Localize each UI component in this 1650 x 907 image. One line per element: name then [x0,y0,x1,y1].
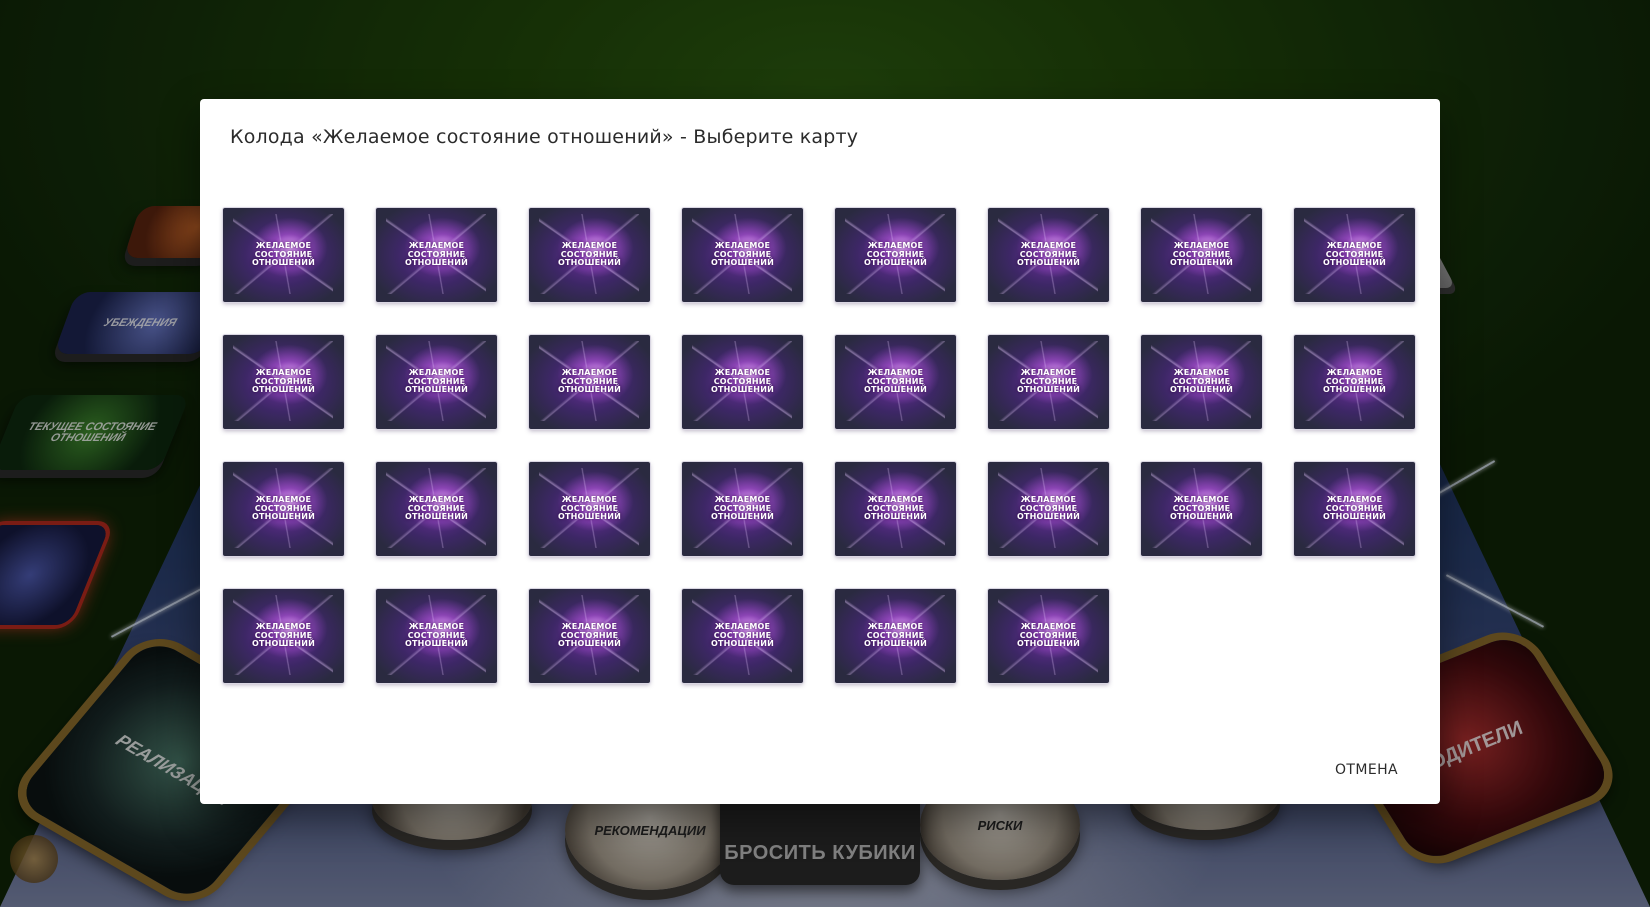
card-label: ЖЕЛАЕМОЕ СОСТОЯНИЕ ОТНОШЕНИЙ [405,622,468,649]
deck-card-option[interactable]: ЖЕЛАЕМОЕ СОСТОЯНИЕ ОТНОШЕНИЙ [1141,335,1262,429]
card-label: ЖЕЛАЕМОЕ СОСТОЯНИЕ ОТНОШЕНИЙ [252,241,315,268]
card-label: ЖЕЛАЕМОЕ СОСТОЯНИЕ ОТНОШЕНИЙ [1170,368,1233,395]
deck-card-option[interactable]: ЖЕЛАЕМОЕ СОСТОЯНИЕ ОТНОШЕНИЙ [376,335,497,429]
card-label: ЖЕЛАЕМОЕ СОСТОЯНИЕ ОТНОШЕНИЙ [252,368,315,395]
card-label: ЖЕЛАЕМОЕ СОСТОЯНИЕ ОТНОШЕНИЙ [252,495,315,522]
card-label: ЖЕЛАЕМОЕ СОСТОЯНИЕ ОТНОШЕНИЙ [1170,495,1233,522]
deck-card-option[interactable]: ЖЕЛАЕМОЕ СОСТОЯНИЕ ОТНОШЕНИЙ [988,335,1109,429]
card-label: ЖЕЛАЕМОЕ СОСТОЯНИЕ ОТНОШЕНИЙ [558,495,621,522]
card-label: ЖЕЛАЕМОЕ СОСТОЯНИЕ ОТНОШЕНИЙ [1017,622,1080,649]
card-label: ЖЕЛАЕМОЕ СОСТОЯНИЕ ОТНОШЕНИЙ [1323,495,1386,522]
deck-card-option[interactable]: ЖЕЛАЕМОЕ СОСТОЯНИЕ ОТНОШЕНИЙ [1141,208,1262,302]
deck-card-option[interactable]: ЖЕЛАЕМОЕ СОСТОЯНИЕ ОТНОШЕНИЙ [529,462,650,556]
deck-card-option[interactable]: ЖЕЛАЕМОЕ СОСТОЯНИЕ ОТНОШЕНИЙ [988,208,1109,302]
card-label: ЖЕЛАЕМОЕ СОСТОЯНИЕ ОТНОШЕНИЙ [864,622,927,649]
deck-card-option[interactable]: ЖЕЛАЕМОЕ СОСТОЯНИЕ ОТНОШЕНИЙ [529,335,650,429]
card-label: ЖЕЛАЕМОЕ СОСТОЯНИЕ ОТНОШЕНИЙ [1170,241,1233,268]
deck-card-option[interactable]: ЖЕЛАЕМОЕ СОСТОЯНИЕ ОТНОШЕНИЙ [529,208,650,302]
deck-card-option[interactable]: ЖЕЛАЕМОЕ СОСТОЯНИЕ ОТНОШЕНИЙ [223,208,344,302]
deck-card-option[interactable]: ЖЕЛАЕМОЕ СОСТОЯНИЕ ОТНОШЕНИЙ [1294,335,1415,429]
deck-card-option[interactable]: ЖЕЛАЕМОЕ СОСТОЯНИЕ ОТНОШЕНИЙ [682,335,803,429]
card-select-dialog: Колода «Желаемое состояние отношений» - … [200,99,1440,804]
deck-card-option[interactable]: ЖЕЛАЕМОЕ СОСТОЯНИЕ ОТНОШЕНИЙ [376,208,497,302]
card-label: ЖЕЛАЕМОЕ СОСТОЯНИЕ ОТНОШЕНИЙ [1017,495,1080,522]
card-label: ЖЕЛАЕМОЕ СОСТОЯНИЕ ОТНОШЕНИЙ [1323,241,1386,268]
card-label: ЖЕЛАЕМОЕ СОСТОЯНИЕ ОТНОШЕНИЙ [864,495,927,522]
card-label: ЖЕЛАЕМОЕ СОСТОЯНИЕ ОТНОШЕНИЙ [711,368,774,395]
card-label: ЖЕЛАЕМОЕ СОСТОЯНИЕ ОТНОШЕНИЙ [252,622,315,649]
card-label: ЖЕЛАЕМОЕ СОСТОЯНИЕ ОТНОШЕНИЙ [711,241,774,268]
deck-card-option[interactable]: ЖЕЛАЕМОЕ СОСТОЯНИЕ ОТНОШЕНИЙ [376,589,497,683]
dialog-title: Колода «Желаемое состояние отношений» - … [230,126,859,148]
deck-card-option[interactable]: ЖЕЛАЕМОЕ СОСТОЯНИЕ ОТНОШЕНИЙ [835,462,956,556]
card-label: ЖЕЛАЕМОЕ СОСТОЯНИЕ ОТНОШЕНИЙ [405,495,468,522]
card-label: ЖЕЛАЕМОЕ СОСТОЯНИЕ ОТНОШЕНИЙ [558,622,621,649]
card-label: ЖЕЛАЕМОЕ СОСТОЯНИЕ ОТНОШЕНИЙ [864,368,927,395]
deck-card-option[interactable]: ЖЕЛАЕМОЕ СОСТОЯНИЕ ОТНОШЕНИЙ [1294,208,1415,302]
deck-card-option[interactable]: ЖЕЛАЕМОЕ СОСТОЯНИЕ ОТНОШЕНИЙ [682,589,803,683]
cancel-button[interactable]: ОТМЕНА [1333,756,1400,784]
card-label: ЖЕЛАЕМОЕ СОСТОЯНИЕ ОТНОШЕНИЙ [1017,368,1080,395]
deck-card-option[interactable]: ЖЕЛАЕМОЕ СОСТОЯНИЕ ОТНОШЕНИЙ [682,462,803,556]
deck-card-option[interactable]: ЖЕЛАЕМОЕ СОСТОЯНИЕ ОТНОШЕНИЙ [529,589,650,683]
deck-card-option[interactable]: ЖЕЛАЕМОЕ СОСТОЯНИЕ ОТНОШЕНИЙ [223,589,344,683]
deck-card-option[interactable]: ЖЕЛАЕМОЕ СОСТОЯНИЕ ОТНОШЕНИЙ [835,589,956,683]
card-label: ЖЕЛАЕМОЕ СОСТОЯНИЕ ОТНОШЕНИЙ [558,368,621,395]
deck-card-option[interactable]: ЖЕЛАЕМОЕ СОСТОЯНИЕ ОТНОШЕНИЙ [835,335,956,429]
card-label: ЖЕЛАЕМОЕ СОСТОЯНИЕ ОТНОШЕНИЙ [1323,368,1386,395]
deck-card-option[interactable]: ЖЕЛАЕМОЕ СОСТОЯНИЕ ОТНОШЕНИЙ [682,208,803,302]
card-label: ЖЕЛАЕМОЕ СОСТОЯНИЕ ОТНОШЕНИЙ [405,241,468,268]
card-label: ЖЕЛАЕМОЕ СОСТОЯНИЕ ОТНОШЕНИЙ [558,241,621,268]
card-label: ЖЕЛАЕМОЕ СОСТОЯНИЕ ОТНОШЕНИЙ [405,368,468,395]
deck-card-option[interactable]: ЖЕЛАЕМОЕ СОСТОЯНИЕ ОТНОШЕНИЙ [988,462,1109,556]
deck-card-option[interactable]: ЖЕЛАЕМОЕ СОСТОЯНИЕ ОТНОШЕНИЙ [1294,462,1415,556]
deck-card-option[interactable]: ЖЕЛАЕМОЕ СОСТОЯНИЕ ОТНОШЕНИЙ [1141,462,1262,556]
card-label: ЖЕЛАЕМОЕ СОСТОЯНИЕ ОТНОШЕНИЙ [864,241,927,268]
card-label: ЖЕЛАЕМОЕ СОСТОЯНИЕ ОТНОШЕНИЙ [711,622,774,649]
deck-card-option[interactable]: ЖЕЛАЕМОЕ СОСТОЯНИЕ ОТНОШЕНИЙ [988,589,1109,683]
card-label: ЖЕЛАЕМОЕ СОСТОЯНИЕ ОТНОШЕНИЙ [1017,241,1080,268]
deck-card-option[interactable]: ЖЕЛАЕМОЕ СОСТОЯНИЕ ОТНОШЕНИЙ [835,208,956,302]
card-grid: ЖЕЛАЕМОЕ СОСТОЯНИЕ ОТНОШЕНИЙ ЖЕЛАЕМОЕ СОС… [223,208,1415,683]
deck-card-option[interactable]: ЖЕЛАЕМОЕ СОСТОЯНИЕ ОТНОШЕНИЙ [223,462,344,556]
deck-card-option[interactable]: ЖЕЛАЕМОЕ СОСТОЯНИЕ ОТНОШЕНИЙ [223,335,344,429]
card-label: ЖЕЛАЕМОЕ СОСТОЯНИЕ ОТНОШЕНИЙ [711,495,774,522]
deck-card-option[interactable]: ЖЕЛАЕМОЕ СОСТОЯНИЕ ОТНОШЕНИЙ [376,462,497,556]
